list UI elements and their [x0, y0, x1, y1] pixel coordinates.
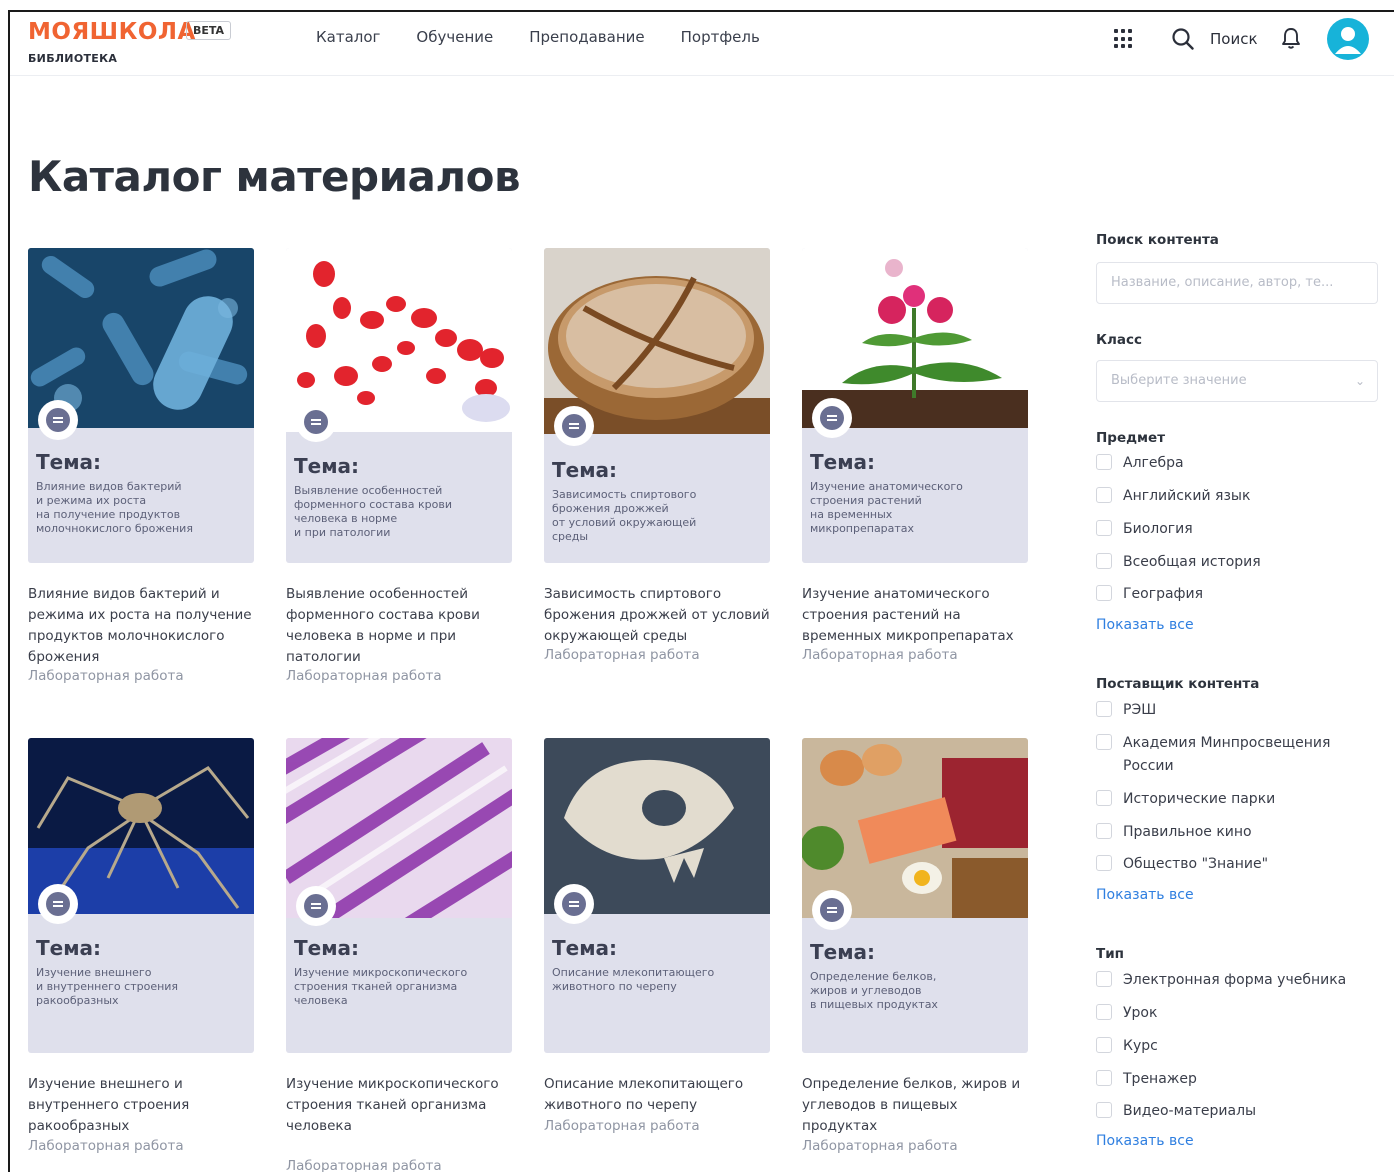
- nav-portfolio[interactable]: Портфель: [681, 28, 760, 46]
- card-thumbnail[interactable]: Тема: Описание млекопитающего животного …: [544, 738, 770, 1053]
- search-content-heading: Поиск контента: [1096, 232, 1219, 248]
- card-theme-text: Определение белков, жиров и углеводов в …: [810, 970, 938, 1011]
- beta-badge: BETA: [186, 21, 232, 40]
- card-type: Лабораторная работа: [286, 668, 442, 684]
- provider-checkbox[interactable]: РЭШ: [1096, 699, 1156, 722]
- type-checkbox[interactable]: Видео-материалы: [1096, 1100, 1256, 1123]
- class-select-placeholder: Выберите значение: [1111, 373, 1247, 388]
- subject-checkbox[interactable]: География: [1096, 583, 1203, 606]
- type-heading: Тип: [1096, 946, 1124, 962]
- card-theme-label: Тема:: [36, 936, 102, 960]
- card-theme-label: Тема:: [552, 458, 618, 482]
- provider-checkbox[interactable]: Правильное кино: [1096, 821, 1252, 844]
- logo[interactable]: МОЯШКОЛА: [28, 19, 196, 45]
- nav-catalog[interactable]: Каталог: [316, 28, 380, 46]
- card-thumbnail[interactable]: Тема: Зависимость спиртового брожения др…: [544, 248, 770, 563]
- material-type-icon: [812, 398, 852, 438]
- card-theme-label: Тема:: [36, 450, 102, 474]
- card-theme-text: Описание млекопитающего животного по чер…: [552, 966, 715, 993]
- material-type-icon: [296, 886, 336, 926]
- page-title: Каталог материалов: [28, 152, 521, 201]
- card-theme-text: Изучение анатомического строения растени…: [810, 480, 963, 535]
- card-theme-text: Влияние видов бактерий и режима их роста…: [36, 480, 193, 535]
- subject-checkbox[interactable]: Алгебра: [1096, 452, 1184, 475]
- card-theme-text: Изучение микроскопического строения ткан…: [294, 966, 468, 1007]
- card-type: Лабораторная работа: [802, 1138, 958, 1154]
- provider-heading: Поставщик контента: [1096, 676, 1260, 692]
- apps-grid-icon[interactable]: [1114, 29, 1134, 49]
- top-header: МОЯШКОЛА BETA БИБЛИОТЕКА Каталог Обучени…: [10, 12, 1394, 76]
- card-type: Лабораторная работа: [286, 1158, 442, 1172]
- subjects-show-all-link[interactable]: Показать все: [1096, 617, 1194, 633]
- material-type-icon: [554, 884, 594, 924]
- card-theme-text: Зависимость спиртового брожения дрожжей …: [552, 488, 697, 543]
- card-type: Лабораторная работа: [544, 1118, 700, 1134]
- subject-checkbox[interactable]: Английский язык: [1096, 485, 1250, 508]
- card-type: Лабораторная работа: [28, 668, 184, 684]
- search-label[interactable]: Поиск: [1210, 30, 1258, 48]
- provider-checkbox[interactable]: Общество "Знание": [1096, 853, 1268, 876]
- card-title[interactable]: Зависимость спиртового брожения дрожжей …: [544, 584, 774, 647]
- type-checkbox[interactable]: Тренажер: [1096, 1068, 1197, 1091]
- card-theme-text: Изучение внешнего и внутреннего строения…: [36, 966, 179, 1007]
- card-title[interactable]: Изучение внешнего и внутреннего строения…: [28, 1074, 258, 1137]
- type-checkbox[interactable]: Урок: [1096, 1002, 1157, 1025]
- card-theme-label: Тема:: [552, 936, 618, 960]
- material-type-icon: [812, 890, 852, 930]
- avatar[interactable]: [1327, 18, 1369, 60]
- card-theme-label: Тема:: [294, 454, 360, 478]
- card-thumbnail[interactable]: Тема: Влияние видов бактерий и режима их…: [28, 248, 254, 563]
- types-show-all-link[interactable]: Показать все: [1096, 1133, 1194, 1149]
- material-type-icon: [38, 400, 78, 440]
- card-type: Лабораторная работа: [544, 647, 700, 663]
- material-type-icon: [296, 402, 336, 442]
- card-thumbnail[interactable]: Тема: Изучение микроскопического строени…: [286, 738, 512, 1053]
- card-title[interactable]: Описание млекопитающего животного по чер…: [544, 1074, 774, 1116]
- type-checkbox[interactable]: Курс: [1096, 1035, 1158, 1058]
- card-theme-text: Выявление особенностей форменного состав…: [294, 484, 452, 539]
- subject-checkbox[interactable]: Биология: [1096, 518, 1193, 541]
- class-heading: Класс: [1096, 332, 1143, 348]
- card-type: Лабораторная работа: [802, 647, 958, 663]
- search-icon[interactable]: [1172, 27, 1194, 51]
- bell-icon[interactable]: [1280, 26, 1302, 50]
- subject-checkbox[interactable]: Всеобщая история: [1096, 551, 1261, 574]
- content-search-input[interactable]: Название, описание, автор, те...: [1096, 262, 1378, 304]
- library-label: БИБЛИОТЕКА: [28, 52, 118, 65]
- main-nav: Каталог Обучение Преподавание Портфель: [316, 28, 760, 46]
- card-theme-label: Тема:: [294, 936, 360, 960]
- card-theme-label: Тема:: [810, 940, 876, 964]
- nav-teaching[interactable]: Преподавание: [529, 28, 644, 46]
- card-theme-label: Тема:: [810, 450, 876, 474]
- provider-checkbox[interactable]: Исторические парки: [1096, 788, 1275, 811]
- card-title[interactable]: Изучение анатомического строения растени…: [802, 584, 1032, 647]
- card-thumbnail[interactable]: Тема: Определение белков, жиров и углево…: [802, 738, 1028, 1053]
- card-title[interactable]: Изучение микроскопического строения ткан…: [286, 1074, 516, 1137]
- class-select[interactable]: Выберите значение ⌄: [1096, 360, 1378, 402]
- subject-heading: Предмет: [1096, 430, 1166, 446]
- material-type-icon: [554, 406, 594, 446]
- card-thumbnail[interactable]: Тема: Изучение анатомического строения р…: [802, 248, 1028, 563]
- card-type: Лабораторная работа: [28, 1138, 184, 1154]
- card-thumbnail[interactable]: Тема: Выявление особенностей форменного …: [286, 248, 512, 563]
- nav-learning[interactable]: Обучение: [416, 28, 493, 46]
- chevron-down-icon: ⌄: [1354, 374, 1365, 388]
- provider-checkbox[interactable]: Академия Минпросвещения России: [1096, 732, 1356, 778]
- card-thumbnail[interactable]: Тема: Изучение внешнего и внутреннего ст…: [28, 738, 254, 1053]
- card-title[interactable]: Выявление особенностей форменного состав…: [286, 584, 516, 668]
- card-title[interactable]: Определение белков, жиров и углеводов в …: [802, 1074, 1032, 1137]
- providers-show-all-link[interactable]: Показать все: [1096, 887, 1194, 903]
- type-checkbox[interactable]: Электронная форма учебника: [1096, 969, 1346, 992]
- material-type-icon: [38, 884, 78, 924]
- app-frame: МОЯШКОЛА BETA БИБЛИОТЕКА Каталог Обучени…: [8, 10, 1394, 1172]
- card-title[interactable]: Влияние видов бактерий и режима их роста…: [28, 584, 258, 668]
